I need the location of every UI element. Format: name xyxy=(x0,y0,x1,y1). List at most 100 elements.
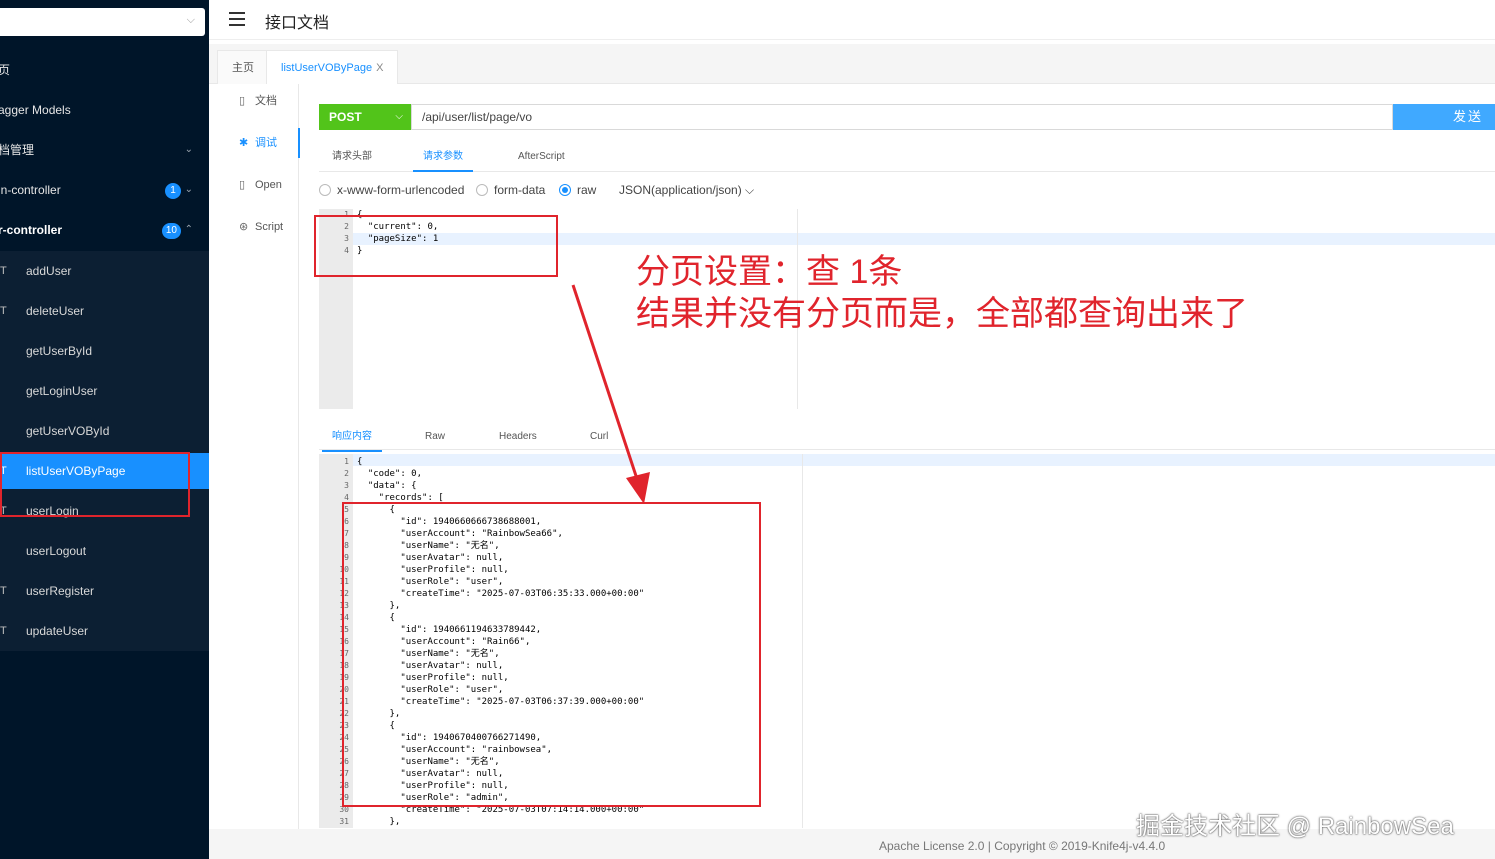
tab-response-raw[interactable]: Raw xyxy=(425,422,445,452)
page-title: 接口文档 xyxy=(265,15,330,32)
annotation-text-line2: 结果并没有分页而是，全部都查询出来了 xyxy=(636,295,1248,333)
tab-request-headers[interactable]: 请求头部 xyxy=(332,142,372,172)
sidebar-item-home[interactable]: 页 xyxy=(0,50,209,90)
chevron-up-icon: ⌃ xyxy=(184,224,193,235)
annotation-box-sidebar xyxy=(0,452,190,517)
tab-label: 主页 xyxy=(232,62,254,74)
print-margin xyxy=(802,454,803,828)
vtab-debug[interactable]: ✱ 调试 xyxy=(209,128,300,158)
response-tabs: 响应内容 Raw Headers Curl xyxy=(319,422,1495,452)
vtab-open[interactable]: ▯ Open xyxy=(209,170,299,200)
file-icon: ▯ xyxy=(239,179,246,191)
radio-label: form-data xyxy=(494,183,546,197)
radio-circle xyxy=(476,184,488,196)
doc-mode-tabs: ▯ 文档 ✱ 调试 ▯ Open ⊛ Script xyxy=(209,84,300,829)
watermark-text: 掘金技术社区 @ RainbowSea xyxy=(1136,813,1454,840)
chevron-down-icon: ⌄ xyxy=(184,184,193,195)
active-line-highlight xyxy=(353,454,1495,466)
vtab-script[interactable]: ⊛ Script xyxy=(209,212,299,242)
request-tabs: 请求头部 请求参数 AfterScript xyxy=(319,142,1495,172)
sidebar-sub-label: deleteUser xyxy=(26,304,85,318)
url-input[interactable]: /api/user/list/page/vo xyxy=(411,104,1393,130)
sidebar-item-user-controller[interactable]: r-controller 10 ⌃ xyxy=(0,210,209,250)
sidebar-sub-label: updateUser xyxy=(26,624,89,638)
sidebar-item-main-controller[interactable]: in-controller 1 ⌄ xyxy=(0,170,209,210)
vtab-label: 调试 xyxy=(255,137,277,149)
script-icon: ⊛ xyxy=(239,221,249,233)
bug-icon: ✱ xyxy=(239,137,249,149)
sidebar-sub-label: getUserVOById xyxy=(26,424,110,438)
tab-after-script[interactable]: AfterScript xyxy=(518,142,565,172)
sidebar-sub-item[interactable]: T deleteUser xyxy=(0,293,209,329)
method-tag: T xyxy=(0,305,7,317)
sidebar-item-swagger-models[interactable]: agger Models xyxy=(0,90,209,130)
tab-label: listUserVOByPage xyxy=(281,62,373,74)
radio-circle-checked xyxy=(559,184,571,196)
sidebar-sub-item[interactable]: getUserById xyxy=(0,333,209,369)
count-badge: 10 xyxy=(161,223,181,239)
close-icon[interactable]: X xyxy=(376,62,383,74)
document-icon: ▯ xyxy=(239,95,246,107)
tab-request-params[interactable]: 请求参数 xyxy=(413,142,473,172)
send-button[interactable]: 发送 xyxy=(1393,104,1495,130)
annotation-box-response xyxy=(342,502,761,807)
sidebar-sub-label: getLoginUser xyxy=(26,384,98,398)
radio-label: raw xyxy=(577,183,597,197)
radio-urlencoded[interactable]: x-www-form-urlencoded xyxy=(319,180,464,200)
sidebar-sub-item[interactable]: userLogout xyxy=(0,533,209,569)
content-type-label: JSON(application/json) xyxy=(619,183,742,197)
tab-home[interactable]: 主页 xyxy=(217,50,269,84)
http-method-select[interactable]: POST ⌵ xyxy=(319,104,411,130)
annotation-box-request xyxy=(314,215,558,277)
code-line: }, xyxy=(357,817,401,827)
sidebar-item-label: 档管理 xyxy=(0,143,35,157)
sidebar-search-select[interactable]: ⌵ xyxy=(0,8,205,36)
sidebar-item-label: in-controller xyxy=(0,183,61,197)
code-line: "code": 0, xyxy=(357,469,423,479)
line-number: 1 xyxy=(344,457,349,466)
user-controller-submenu: T addUser T deleteUser getUserById getLo… xyxy=(0,251,209,651)
tab-strip: 主页 listUserVOByPage X xyxy=(209,44,1495,84)
vtab-label: Open xyxy=(255,179,282,191)
line-number: 31 xyxy=(339,817,349,826)
sidebar-sub-label: getUserById xyxy=(26,344,93,358)
app-root: ⌵ 页 agger Models 档管理 ⌄ in-controller 1 ⌄… xyxy=(0,0,1495,859)
code-line: "data": { xyxy=(357,481,417,491)
code-line: { xyxy=(357,457,363,467)
radio-label: x-www-form-urlencoded xyxy=(337,183,465,197)
line-number: 2 xyxy=(344,469,349,478)
count-badge: 1 xyxy=(165,183,181,199)
method-tag: T xyxy=(0,625,7,637)
tab-list-user-vo-by-page[interactable]: listUserVOByPage X xyxy=(266,50,399,84)
sidebar-item-doc-management[interactable]: 档管理 ⌄ xyxy=(0,130,209,170)
top-header: 接口文档 xyxy=(209,0,1495,40)
line-number: 3 xyxy=(344,481,349,490)
chevron-down-icon: ⌵ xyxy=(741,183,755,197)
sidebar-sub-item[interactable]: getLoginUser xyxy=(0,373,209,409)
tab-response-content[interactable]: 响应内容 xyxy=(322,422,382,452)
sidebar-item-label: r-controller xyxy=(0,223,63,237)
sidebar-sub-item[interactable]: T updateUser xyxy=(0,613,209,649)
sidebar-sub-item[interactable]: getUserVOById xyxy=(0,413,209,449)
sidebar-sub-item[interactable]: T userRegister xyxy=(0,573,209,609)
sidebar-item-label: 页 xyxy=(0,63,11,77)
chevron-down-icon: ⌵ xyxy=(395,111,403,122)
chevron-down-icon: ⌄ xyxy=(184,144,193,155)
radio-raw[interactable]: raw xyxy=(559,180,596,200)
sidebar-item-label: agger Models xyxy=(0,103,71,117)
sidebar-sub-label: addUser xyxy=(26,264,72,278)
vtab-label: 文档 xyxy=(255,95,277,107)
chevron-down-icon: ⌵ xyxy=(186,14,195,26)
sidebar-sub-item[interactable]: T addUser xyxy=(0,253,209,289)
radio-circle xyxy=(319,184,331,196)
sidebar-sub-label: userRegister xyxy=(26,584,95,598)
content-type-select[interactable]: JSON(application/json) ⌵ xyxy=(619,180,754,200)
menu-fold-icon[interactable] xyxy=(229,12,245,26)
vtab-document[interactable]: ▯ 文档 xyxy=(209,86,299,116)
radio-form-data[interactable]: form-data xyxy=(476,180,545,200)
http-method-value: POST xyxy=(329,110,362,124)
method-tag: T xyxy=(0,585,7,597)
tab-response-headers[interactable]: Headers xyxy=(499,422,537,452)
sidebar-sub-label: userLogout xyxy=(26,544,87,558)
footer-copyright: Apache License 2.0 | Copyright © 2019-Kn… xyxy=(879,839,1166,853)
